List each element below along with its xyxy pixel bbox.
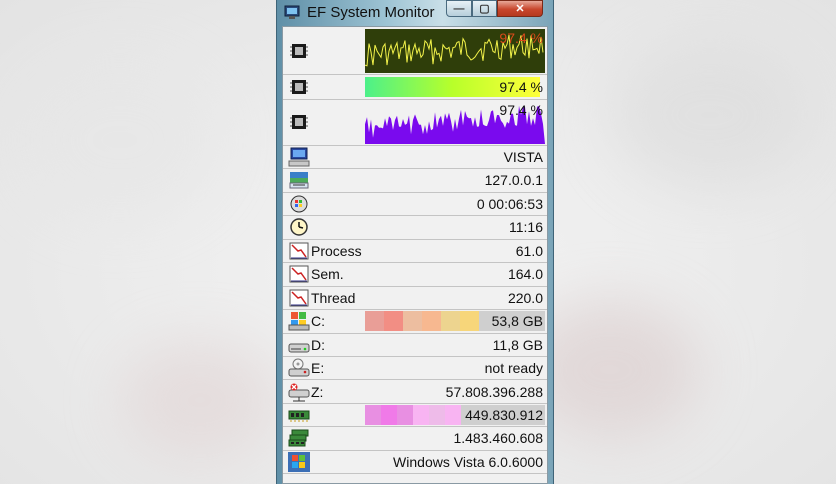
- usage-bar-segment: [412, 404, 430, 425]
- uptime-windows-icon: [290, 195, 308, 213]
- stat-row: VISTA: [283, 146, 547, 170]
- maximize-icon: ▢: [479, 3, 490, 15]
- cpu-value-text: 97.4 %: [499, 79, 543, 95]
- stat-value: 220.0: [507, 289, 543, 306]
- cd-drive-icon: [288, 358, 310, 377]
- stat-value: 0 00:06:53: [476, 195, 543, 212]
- stat-value: 164.0: [507, 266, 543, 283]
- stat-value: 61.0: [515, 242, 543, 259]
- minimize-icon: —: [453, 3, 465, 15]
- close-icon: ✕: [515, 3, 525, 15]
- stat-row: 0 00:06:53: [283, 193, 547, 217]
- ef-system-monitor-window: EF System Monitor — ▢ ✕ 97.4 % 97.4 % 97…: [276, 0, 554, 484]
- background-blur: [120, 340, 280, 460]
- cpu-value-text: 97.4 %: [499, 102, 543, 118]
- cpu-chip-icon: [290, 115, 308, 129]
- stat-row: Sem. 164.0: [283, 263, 547, 287]
- usage-bar-segment: [383, 311, 404, 332]
- cpu-bar-row: 97.4 %: [283, 75, 547, 100]
- stat-row: 1.483.460.608: [283, 427, 547, 451]
- network-icon: [289, 172, 309, 189]
- usage-bar-segment: [428, 404, 445, 425]
- stat-row: Windows Vista 6.0.6000: [283, 451, 547, 475]
- stats-chart-icon: [289, 242, 309, 260]
- cpu-line-graph-row: 97.4 %: [283, 27, 547, 75]
- stat-row: Z: 57.808.396.288: [283, 381, 547, 404]
- stat-value: 11:16: [509, 219, 543, 236]
- stat-label: D:: [311, 336, 325, 353]
- usage-bar-segment: [365, 311, 385, 332]
- network-drive-icon: [288, 383, 310, 401]
- maximize-button[interactable]: ▢: [472, 0, 497, 17]
- stat-value: Windows Vista 6.0.6000: [393, 453, 543, 470]
- window-title: EF System Monitor: [307, 4, 435, 21]
- background-blur: [610, 40, 810, 190]
- app-monitor-icon: [284, 5, 300, 19]
- stat-label: Process: [311, 242, 362, 259]
- usage-bar-segment: [402, 311, 423, 332]
- windows-drive-icon: [288, 312, 310, 331]
- cpu-area-graph-row: 97.4 %: [283, 100, 547, 146]
- stat-row: 449.830.912: [283, 404, 547, 428]
- stat-row: D: 11,8 GB: [283, 334, 547, 358]
- windows-logo-icon: [288, 451, 310, 472]
- usage-bar-segment: [459, 311, 479, 332]
- monitor-panel: 97.4 % 97.4 % 97.4 % VISTA 127.0.0.1 0 00:…: [282, 26, 548, 484]
- title-bar[interactable]: EF System Monitor — ▢ ✕: [277, 0, 553, 26]
- memory-chip-icon: [288, 410, 310, 422]
- stat-value: 11,8 GB: [492, 336, 543, 353]
- stat-row: 11:16: [283, 216, 547, 240]
- stat-value: 57.808.396.288: [445, 383, 543, 400]
- stat-label: Sem.: [311, 266, 344, 283]
- minimize-button[interactable]: —: [446, 0, 472, 17]
- stat-row: E: not ready: [283, 357, 547, 381]
- usage-bar-segment: [380, 404, 398, 425]
- stat-row: 127.0.0.1: [283, 169, 547, 193]
- cpu-chip-icon: [290, 44, 308, 58]
- usage-bar-segment: [444, 404, 461, 425]
- stats-chart-icon: [289, 265, 309, 283]
- clock-icon: [290, 218, 308, 237]
- stat-label: Z:: [311, 383, 324, 400]
- stat-value: 127.0.0.1: [484, 172, 543, 189]
- cpu-value-text: 97.4 %: [499, 30, 543, 46]
- memory-stack-icon: [288, 429, 309, 447]
- stat-label: Thread: [311, 289, 356, 306]
- stat-label: C:: [311, 313, 325, 330]
- background-blur: [20, 60, 220, 220]
- stat-value: 449.830.912: [465, 406, 543, 423]
- usage-bar-segment: [396, 404, 414, 425]
- stat-row: Thread 220.0: [283, 287, 547, 311]
- computer-icon: [288, 147, 310, 167]
- stat-row: C: 53,8 GB: [283, 310, 547, 334]
- usage-bar-segment: [440, 311, 460, 332]
- stat-value: 53,8 GB: [491, 313, 543, 330]
- stat-value: not ready: [484, 360, 543, 376]
- stats-chart-icon: [289, 289, 309, 307]
- usage-bar-segment: [365, 404, 382, 425]
- stat-value: 1.483.460.608: [453, 430, 543, 447]
- stat-label: E:: [311, 360, 325, 376]
- close-button[interactable]: ✕: [497, 0, 543, 17]
- stat-row: Process 61.0: [283, 240, 547, 264]
- cpu-chip-icon: [290, 80, 308, 94]
- usage-bar-segment: [421, 311, 442, 332]
- hard-drive-icon: [288, 343, 310, 353]
- stat-value: VISTA: [503, 149, 543, 165]
